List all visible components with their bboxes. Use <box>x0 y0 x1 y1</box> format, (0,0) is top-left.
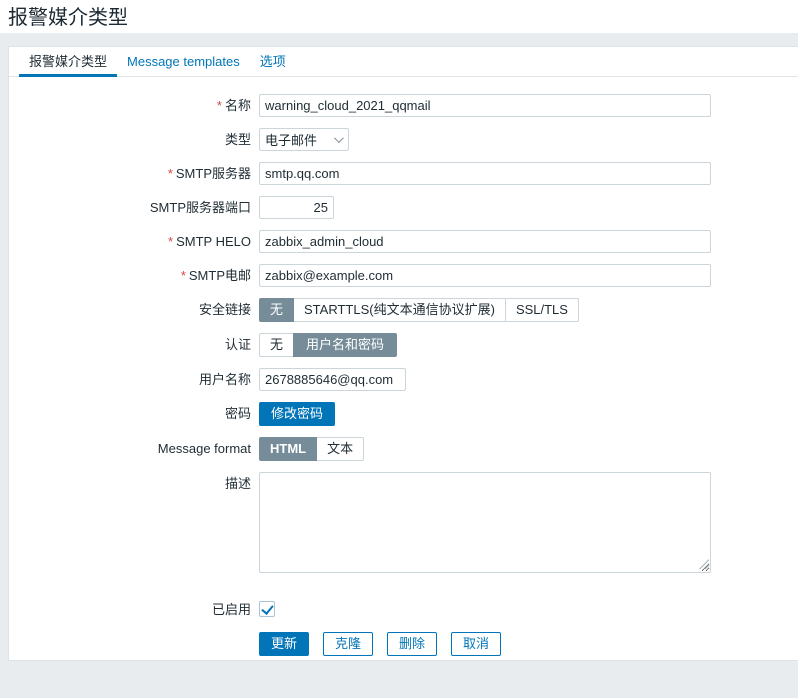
form-footer: 更新 克隆 删除 取消 <box>259 632 798 656</box>
type-label: 类型 <box>9 128 251 151</box>
smtp-port-input[interactable] <box>259 196 334 219</box>
auth-option-user-pass[interactable]: 用户名和密码 <box>293 333 397 357</box>
chevron-down-icon <box>334 133 344 143</box>
row-enabled: 已启用 <box>9 601 798 624</box>
security-option-ssltls[interactable]: SSL/TLS <box>505 298 579 322</box>
message-format-label: Message format <box>9 437 251 460</box>
authentication-label: 认证 <box>9 333 251 356</box>
row-description: 描述 <box>9 472 798 573</box>
type-select[interactable]: 电子邮件 <box>259 128 349 151</box>
row-smtp-server: *SMTP服务器 <box>9 162 798 185</box>
message-format-segmented-control: HTML 文本 <box>259 437 364 461</box>
delete-button[interactable]: 删除 <box>387 632 437 656</box>
smtp-email-input[interactable] <box>259 264 711 287</box>
update-button[interactable]: 更新 <box>259 632 309 656</box>
security-option-none[interactable]: 无 <box>259 298 294 322</box>
smtp-helo-label: SMTP HELO <box>176 234 251 249</box>
row-authentication: 认证 无 用户名和密码 <box>9 333 798 357</box>
name-input[interactable] <box>259 94 711 117</box>
smtp-helo-input[interactable] <box>259 230 711 253</box>
authentication-segmented-control: 无 用户名和密码 <box>259 333 397 357</box>
description-label: 描述 <box>9 472 251 495</box>
cancel-button[interactable]: 取消 <box>451 632 501 656</box>
enabled-label: 已启用 <box>9 601 251 618</box>
type-select-value: 电子邮件 <box>265 130 317 149</box>
description-textarea[interactable] <box>259 472 711 573</box>
tab-options[interactable]: 选项 <box>250 47 296 76</box>
page-header: 报警媒介类型 <box>0 0 798 33</box>
required-mark: * <box>168 166 173 181</box>
smtp-port-label: SMTP服务器端口 <box>9 196 251 219</box>
row-username: 用户名称 <box>9 368 798 391</box>
password-label: 密码 <box>9 402 251 425</box>
media-type-form: *名称 类型 电子邮件 *SMTP服务器 SMTP服务器端口 <box>9 77 798 656</box>
username-label: 用户名称 <box>9 368 251 391</box>
security-option-starttls[interactable]: STARTTLS(纯文本通信协议扩展) <box>293 298 506 322</box>
row-security: 安全链接 无 STARTTLS(纯文本通信协议扩展) SSL/TLS <box>9 298 798 322</box>
required-mark: * <box>168 234 173 249</box>
smtp-server-input[interactable] <box>259 162 711 185</box>
security-segmented-control: 无 STARTTLS(纯文本通信协议扩展) SSL/TLS <box>259 298 579 322</box>
change-password-button[interactable]: 修改密码 <box>259 402 335 426</box>
username-input[interactable] <box>259 368 406 391</box>
row-password: 密码 修改密码 <box>9 402 798 426</box>
security-label: 安全链接 <box>9 298 251 321</box>
page-title: 报警媒介类型 <box>8 6 798 30</box>
clone-button[interactable]: 克隆 <box>323 632 373 656</box>
tab-media-type[interactable]: 报警媒介类型 <box>19 47 117 76</box>
row-smtp-port: SMTP服务器端口 <box>9 196 798 219</box>
format-option-html[interactable]: HTML <box>259 437 317 461</box>
required-mark: * <box>181 268 186 283</box>
smtp-email-label: SMTP电邮 <box>189 268 251 283</box>
smtp-server-label: SMTP服务器 <box>176 166 251 181</box>
format-option-text[interactable]: 文本 <box>316 437 364 461</box>
tab-message-templates[interactable]: Message templates <box>117 47 250 76</box>
enabled-checkbox[interactable] <box>259 601 275 617</box>
row-smtp-helo: *SMTP HELO <box>9 230 798 253</box>
row-name: *名称 <box>9 94 798 117</box>
required-mark: * <box>217 98 222 113</box>
row-smtp-email: *SMTP电邮 <box>9 264 798 287</box>
name-label: 名称 <box>225 98 251 113</box>
row-type: 类型 电子邮件 <box>9 128 798 151</box>
media-type-panel: 报警媒介类型 Message templates 选项 *名称 类型 电子邮件 … <box>8 46 798 661</box>
auth-option-none[interactable]: 无 <box>259 333 294 357</box>
row-message-format: Message format HTML 文本 <box>9 437 798 461</box>
tabbar: 报警媒介类型 Message templates 选项 <box>9 47 798 77</box>
